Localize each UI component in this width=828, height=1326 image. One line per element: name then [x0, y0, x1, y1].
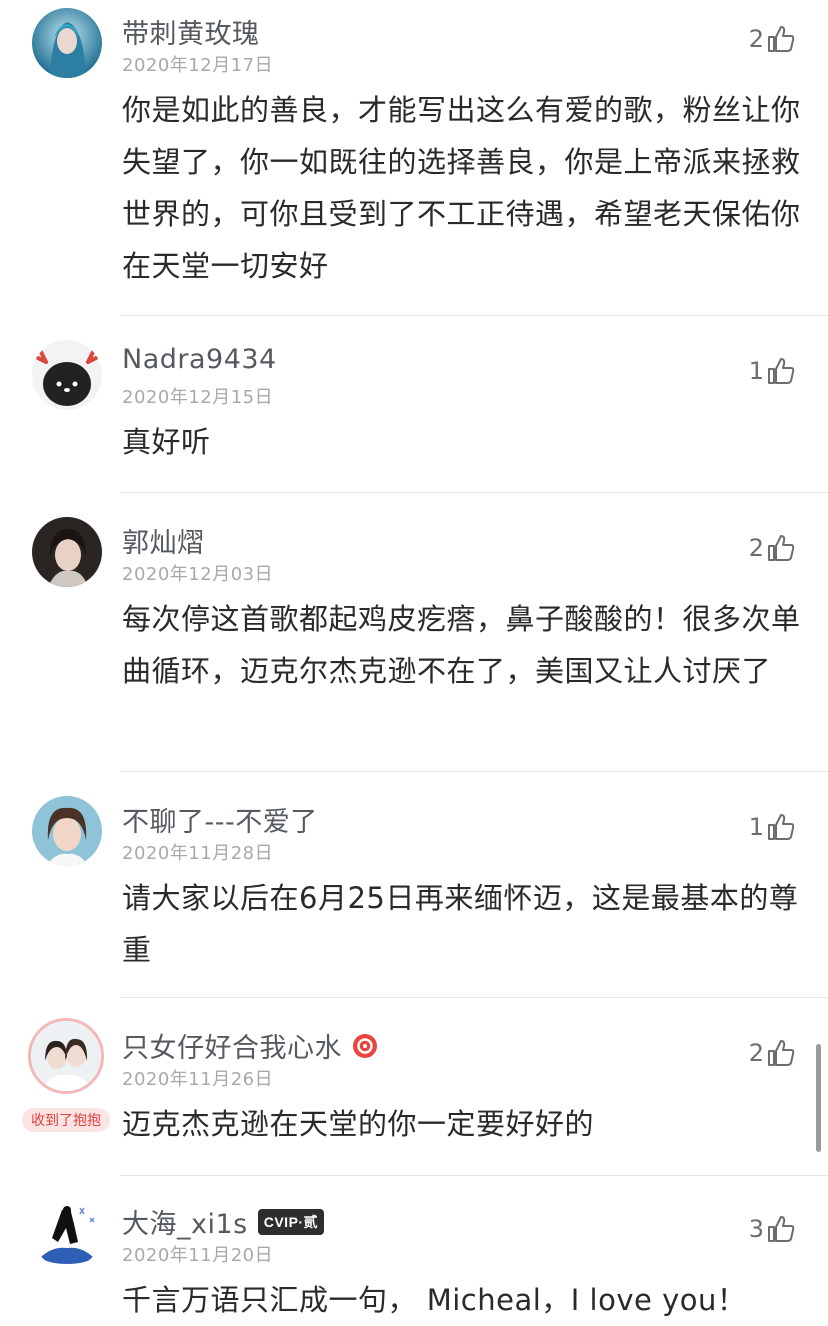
comment-text: 你是如此的善良，才能写出这么有爱的歌，粉丝让你失望了，你一如既往的选择善良，你是… [122, 93, 801, 283]
like-count: 2 [748, 25, 764, 53]
like-count: 2 [748, 1039, 764, 1067]
like-button[interactable]: 3 [749, 1214, 796, 1244]
comment-date: 2020年12月15日 [122, 387, 274, 408]
like-count: 3 [748, 1215, 764, 1243]
cvip-badge: CVIP·贰 [257, 1208, 325, 1235]
divider [120, 997, 828, 998]
comment-item: Nadra9434 2020年12月15日 1 真好听 [0, 332, 828, 493]
comment-list: 带刺黄玫瑰 2020年12月17日 2 你是如此的善良，才能写出这么有爱的歌，粉… [0, 0, 828, 1317]
divider [120, 315, 828, 316]
comment-item: 收到了抱抱 只女仔好合我心水 2020年11月26日 2 迈克杰克逊在天堂的你一… [0, 1014, 828, 1176]
comment-item: 带刺黄玫瑰 2020年12月17日 2 你是如此的善良，才能写出这么有爱的歌，粉… [0, 0, 828, 316]
avatar[interactable] [32, 8, 102, 78]
like-button[interactable]: 2 [749, 533, 796, 563]
divider [120, 492, 828, 493]
comment-date: 2020年12月03日 [122, 564, 274, 585]
thumbs-up-icon [766, 1038, 796, 1068]
comment-item: 不聊了---不爱了 2020年11月28日 1 请大家以后在6月25日再来缅怀迈… [0, 788, 828, 998]
comment-text: 千言万语只汇成一句， Micheal，I love you！ [122, 1283, 747, 1317]
thumbs-up-icon [766, 24, 796, 54]
avatar[interactable] [32, 517, 102, 587]
avatar[interactable] [32, 340, 102, 410]
username[interactable]: 郭灿熠 [122, 521, 205, 560]
thumbs-up-icon [766, 356, 796, 386]
username[interactable]: 不聊了---不爱了 [122, 800, 318, 839]
like-button[interactable]: 1 [749, 356, 796, 386]
username[interactable]: Nadra9434 [122, 344, 277, 375]
avatar[interactable] [32, 1198, 102, 1268]
comment-date: 2020年11月20日 [122, 1245, 274, 1266]
like-count: 1 [748, 357, 764, 385]
divider [120, 1175, 828, 1176]
comment-text: 迈克杰克逊在天堂的你一定要好好的 [122, 1107, 595, 1141]
comment-item: 郭灿熠 2020年12月03日 2 每次停这首歌都起鸡皮疙瘩，鼻子酸酸的！很多次… [0, 509, 828, 772]
username[interactable]: 带刺黄玫瑰 [122, 12, 260, 51]
thumbs-up-icon [766, 812, 796, 842]
comment-date: 2020年11月28日 [122, 843, 274, 864]
comment-date: 2020年11月26日 [122, 1069, 274, 1090]
username[interactable]: 只女仔好合我心水 [122, 1026, 378, 1065]
avatar[interactable] [28, 1018, 104, 1094]
comment-text: 请大家以后在6月25日再来缅怀迈，这是最基本的尊重 [122, 881, 799, 967]
like-button[interactable]: 1 [749, 812, 796, 842]
hug-received-tag: 收到了抱抱 [22, 1108, 110, 1132]
comment-text: 真好听 [122, 425, 211, 459]
thumbs-up-icon [766, 533, 796, 563]
divider [120, 771, 828, 772]
like-button[interactable]: 2 [749, 1038, 796, 1068]
comment-date: 2020年12月17日 [122, 55, 274, 76]
avatar[interactable] [32, 796, 102, 866]
comment-item: 大海_xi1s CVIP·贰 2020年11月20日 3 千言万语只汇成一句， … [0, 1190, 828, 1317]
comment-text: 每次停这首歌都起鸡皮疙瘩，鼻子酸酸的！很多次单曲循环，迈克尔杰克逊不在了，美国又… [122, 602, 801, 688]
like-count: 2 [748, 534, 764, 562]
like-button[interactable]: 2 [749, 24, 796, 54]
like-count: 1 [748, 813, 764, 841]
scrollbar[interactable] [816, 1044, 821, 1152]
vip-red-badge-icon [352, 1033, 378, 1059]
thumbs-up-icon [766, 1214, 796, 1244]
username[interactable]: 大海_xi1s CVIP·贰 [122, 1202, 325, 1241]
